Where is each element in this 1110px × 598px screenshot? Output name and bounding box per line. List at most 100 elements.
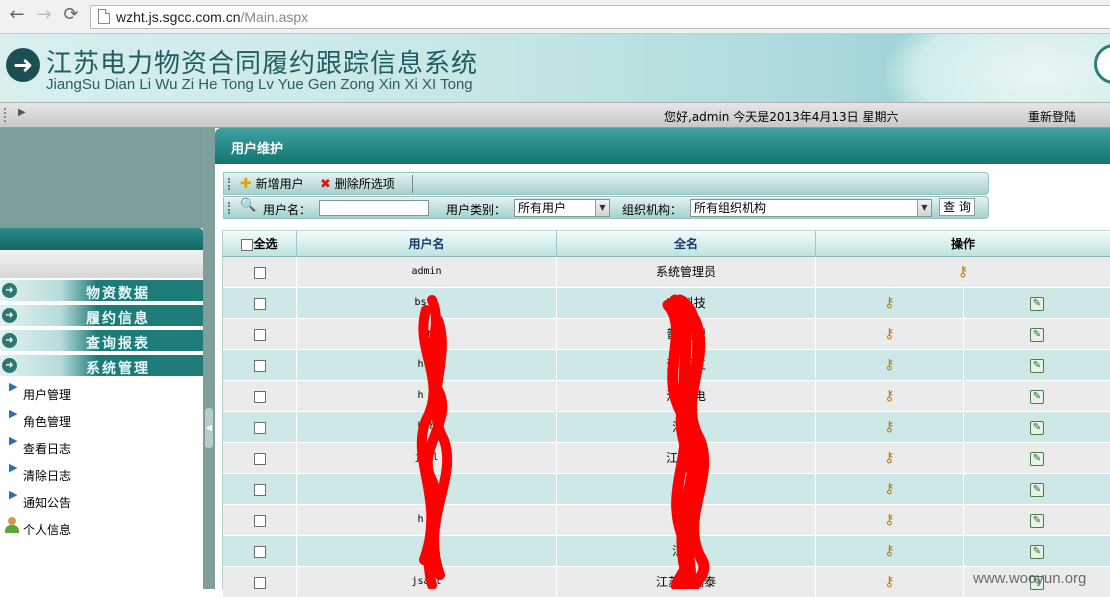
- user-type-label: 用户类别：: [446, 203, 507, 217]
- username-input[interactable]: [319, 200, 429, 216]
- edit-icon[interactable]: ✎: [1030, 513, 1044, 528]
- table-row[interactable]: admin 系统管理员 ⚷: [223, 257, 1110, 288]
- user-type-select[interactable]: 所有用户 ▼: [514, 199, 610, 217]
- row-checkbox[interactable]: [253, 421, 266, 434]
- edit-icon[interactable]: ✎: [1030, 451, 1044, 466]
- table-row[interactable]: i东 能 ⚷ ✎: [223, 474, 1110, 505]
- edit-icon[interactable]: ✎: [1030, 389, 1044, 404]
- delete-selected-button[interactable]: ✖ 删除所选项: [320, 175, 395, 192]
- menu-system-management[interactable]: ➜ 系统管理: [0, 355, 203, 377]
- row-checkbox[interactable]: [253, 514, 266, 527]
- organization-select[interactable]: 所有组织机构 ▼: [690, 199, 932, 217]
- sidebar-item-role-management[interactable]: ▶ 角色管理: [0, 407, 203, 431]
- key-icon[interactable]: ⚷: [884, 381, 894, 411]
- select-all-header[interactable]: 全选: [223, 231, 297, 258]
- table-row[interactable]: h h江 上 ⚷ ✎: [223, 412, 1110, 443]
- select-all-checkbox[interactable]: [241, 238, 254, 251]
- relogin-link[interactable]: 重新登陆: [1028, 108, 1076, 125]
- row-checkbox[interactable]: [253, 266, 266, 279]
- fullname-cell: 宝 科技: [557, 288, 816, 319]
- edit-cell: ✎: [964, 474, 1110, 505]
- panel-splitter[interactable]: ◀: [203, 128, 215, 589]
- url-path: /Main.aspx: [240, 9, 309, 25]
- key-icon[interactable]: ⚷: [958, 257, 968, 287]
- menu-label: 查询报表: [86, 336, 150, 352]
- edit-icon[interactable]: ✎: [1030, 544, 1044, 559]
- search-icon: 🔍: [240, 198, 257, 213]
- key-icon[interactable]: ⚷: [884, 288, 894, 318]
- permissions-cell: ⚷: [816, 536, 964, 567]
- sidebar-item-clear-logs[interactable]: ▶ 清除日志: [0, 461, 203, 485]
- forward-icon[interactable]: →: [33, 4, 55, 26]
- expand-arrow-icon[interactable]: ▶: [18, 107, 26, 118]
- edit-cell: ✎: [964, 319, 1110, 350]
- menu-label: 履约信息: [86, 311, 150, 327]
- sidebar-item-user-management[interactable]: ▶ 用户管理: [0, 380, 203, 404]
- menu-query-reports[interactable]: ➜ 查询报表: [0, 330, 203, 352]
- row-checkbox[interactable]: [253, 483, 266, 496]
- key-icon[interactable]: ⚷: [884, 567, 894, 597]
- username-cell: js l: [297, 443, 557, 474]
- row-checkbox[interactable]: [253, 390, 266, 403]
- table-header: 全选 用户名 全名 操作: [223, 230, 1110, 258]
- table-row[interactable]: js l 江苏 力 ⚷ ✎: [223, 443, 1110, 474]
- permissions-cell: ⚷: [816, 288, 964, 319]
- menu-performance-info[interactable]: ➜ 履约信息: [0, 305, 203, 327]
- row-select-cell: [223, 350, 297, 381]
- username-cell: pr: [297, 319, 557, 350]
- permissions-cell: ⚷: [816, 505, 964, 536]
- sidebar-item-personal-info[interactable]: 个人信息: [0, 515, 203, 539]
- add-user-button[interactable]: ✚ 新增用户: [240, 175, 304, 192]
- table-row[interactable]: h n 江南 电 ⚷ ✎: [223, 381, 1110, 412]
- row-checkbox[interactable]: [253, 359, 266, 372]
- reload-icon[interactable]: ⟳: [60, 4, 82, 26]
- menu-materials-data[interactable]: ➜ 物资数据: [0, 280, 203, 302]
- sidebar-item-notices[interactable]: ▶ 通知公告: [0, 488, 203, 512]
- sidebar-item-label: 角色管理: [23, 415, 72, 429]
- arrow-right-icon: ➜: [6, 48, 40, 82]
- collapse-handle-icon[interactable]: ◀: [205, 408, 213, 448]
- address-bar[interactable]: wzht.js.sgcc.com.cn/Main.aspx: [90, 5, 1110, 29]
- row-select-cell: [223, 288, 297, 319]
- table-row[interactable]: js 江 鹏 ⚷ ✎: [223, 536, 1110, 567]
- edit-icon[interactable]: ✎: [1030, 296, 1044, 311]
- key-icon[interactable]: ⚷: [884, 536, 894, 566]
- browser-toolbar: ← → ⟳ wzht.js.sgcc.com.cn/Main.aspx: [0, 0, 1110, 34]
- key-icon[interactable]: ⚷: [884, 350, 894, 380]
- action-toolbar: ✚ 新增用户 ✖ 删除所选项: [223, 172, 989, 195]
- chevron-down-icon: ▼: [917, 200, 931, 216]
- fullname-cell: 东 能: [557, 474, 816, 505]
- row-checkbox[interactable]: [253, 545, 266, 558]
- row-checkbox[interactable]: [253, 297, 266, 310]
- user-type-value: 所有用户: [518, 201, 567, 215]
- edit-icon[interactable]: ✎: [1030, 420, 1044, 435]
- greeting-text: 您好,admin 今天是2013年4月13日 星期六: [664, 110, 899, 124]
- edit-icon[interactable]: ✎: [1030, 358, 1044, 373]
- row-checkbox[interactable]: [253, 576, 266, 589]
- app-subtitle: JiangSu Dian Li Wu Zi He Tong Lv Yue Gen…: [46, 76, 473, 93]
- row-checkbox[interactable]: [253, 452, 266, 465]
- key-icon[interactable]: ⚷: [884, 474, 894, 504]
- actions-cell: ⚷: [816, 257, 1110, 288]
- table-row[interactable]: h t华 吉 ⚷ ✎: [223, 505, 1110, 536]
- table-row[interactable]: h g江 长江 ⚷ ✎: [223, 350, 1110, 381]
- permissions-cell: ⚷: [816, 319, 964, 350]
- key-icon[interactable]: ⚷: [884, 505, 894, 535]
- key-icon[interactable]: ⚷: [884, 319, 894, 349]
- key-icon[interactable]: ⚷: [884, 412, 894, 442]
- fullname-cell: 江苏华瑞泰: [557, 567, 816, 598]
- key-icon[interactable]: ⚷: [884, 443, 894, 473]
- username-cell: admin: [297, 257, 557, 288]
- username-cell: jsart: [297, 567, 557, 598]
- column-header-fullname: 全名: [557, 231, 816, 258]
- table-row[interactable]: bs j宝 科技 ⚷ ✎: [223, 288, 1110, 319]
- delete-x-icon: ✖: [320, 177, 331, 192]
- edit-icon[interactable]: ✎: [1030, 482, 1044, 497]
- sidebar-item-view-logs[interactable]: ▶ 查看日志: [0, 434, 203, 458]
- row-checkbox[interactable]: [253, 328, 266, 341]
- back-icon[interactable]: ←: [6, 4, 28, 26]
- column-header-username[interactable]: 用户名: [297, 231, 557, 258]
- table-row[interactable]: pr 普 同德 ⚷ ✎: [223, 319, 1110, 350]
- edit-icon[interactable]: ✎: [1030, 327, 1044, 342]
- query-button[interactable]: 查 询: [939, 198, 975, 216]
